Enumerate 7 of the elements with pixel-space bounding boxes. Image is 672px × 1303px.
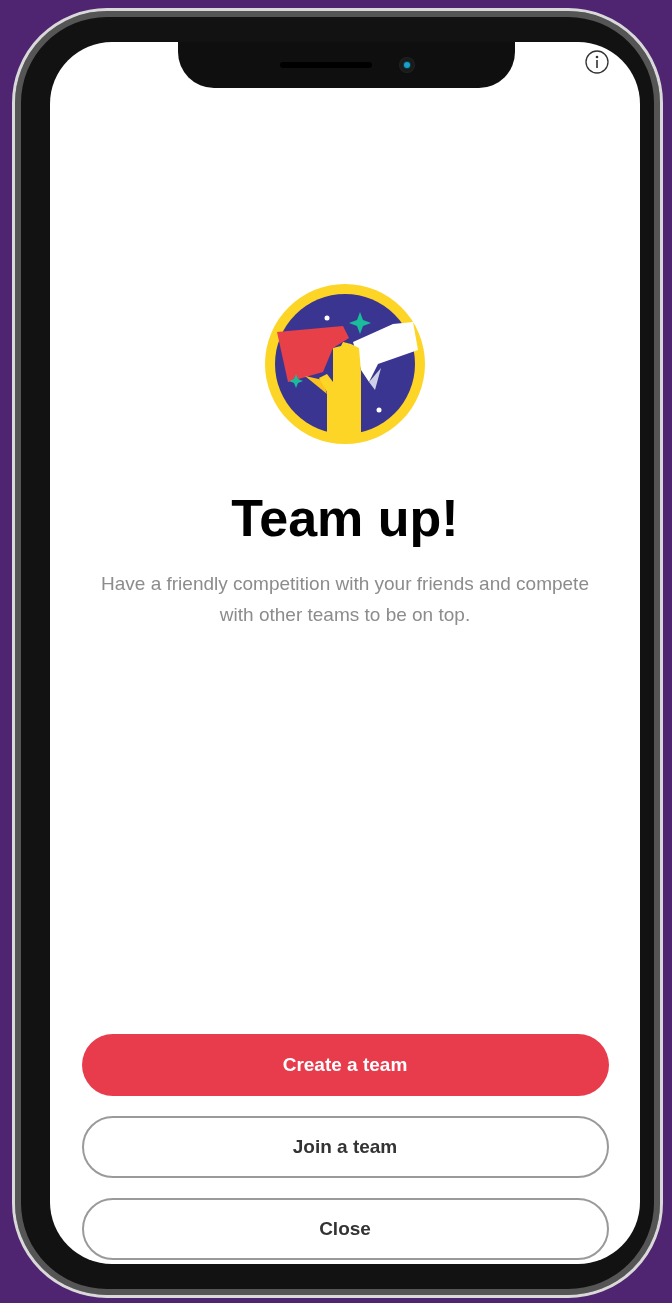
outline-button[interactable]: Join a team <box>81 1116 609 1178</box>
info-icon[interactable] <box>585 50 609 74</box>
primary-button[interactable]: Create a team <box>81 1034 609 1096</box>
title: Team up! <box>231 488 459 548</box>
camera-lens <box>399 58 414 72</box>
description: Have a friendly competition with your friends and compete with other teams to be on top. <box>100 572 590 627</box>
outline-button[interactable]: Close <box>81 1198 609 1260</box>
